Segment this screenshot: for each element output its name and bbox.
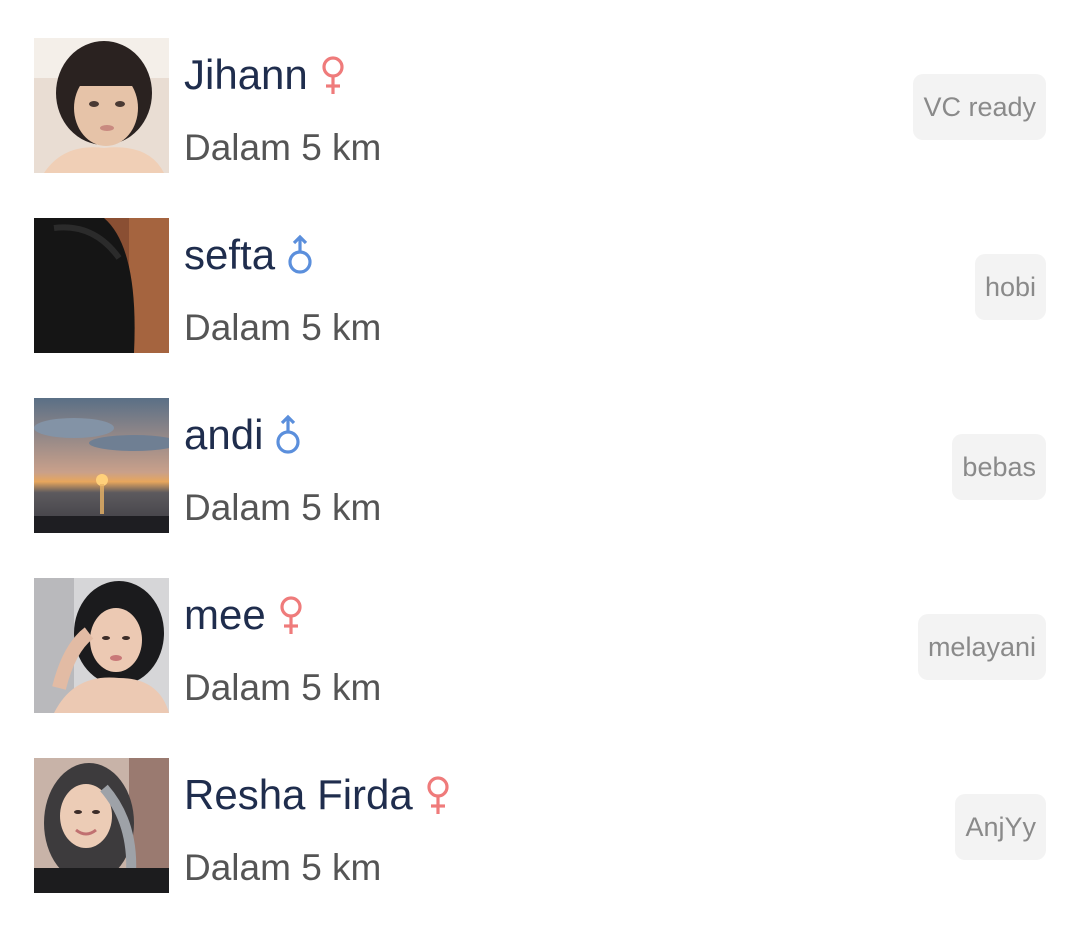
name-line: Resha Firda [184, 770, 453, 820]
status-tag: VC ready [913, 74, 1046, 140]
status-tag: melayani [917, 614, 1046, 680]
distance-label: Dalam 5 km [184, 127, 382, 168]
male-symbol-icon [285, 234, 315, 276]
status-tag: AnjYy [955, 794, 1046, 860]
name-line: sefta [184, 230, 315, 280]
distance-label: Dalam 5 km [184, 307, 382, 348]
name-line: andi [184, 410, 303, 460]
female-symbol-icon [423, 774, 453, 816]
name-line: mee [184, 590, 306, 640]
avatar-photo-mee [34, 578, 169, 713]
avatar-photo-sefta [34, 218, 169, 353]
user-name: Resha Firda [184, 771, 413, 818]
avatar[interactable] [34, 398, 169, 533]
user-row-resha-firda[interactable]: Resha Firda Dalam 5 km AnjYy [0, 720, 1080, 900]
avatar[interactable] [34, 38, 169, 173]
user-name: sefta [184, 231, 276, 278]
avatar-photo-resha-firda [34, 758, 169, 893]
nearby-user-list: Jihann Dalam 5 km VC ready sefta Dalam 5… [0, 0, 1080, 937]
avatar-photo-jihann [34, 38, 169, 173]
avatar[interactable] [34, 218, 169, 353]
user-row-andi[interactable]: andi Dalam 5 km bebas [0, 360, 1080, 540]
user-row-sefta[interactable]: sefta Dalam 5 km hobi [0, 180, 1080, 360]
distance-label: Dalam 5 km [184, 487, 382, 528]
avatar[interactable] [34, 758, 169, 893]
female-symbol-icon [318, 54, 348, 96]
user-name: Jihann [184, 51, 308, 98]
user-name: mee [184, 591, 266, 638]
name-line: Jihann [184, 50, 348, 100]
user-row-jihann[interactable]: Jihann Dalam 5 km VC ready [0, 0, 1080, 180]
avatar-photo-andi [34, 398, 169, 533]
user-row-mee[interactable]: mee Dalam 5 km melayani [0, 540, 1080, 720]
distance-label: Dalam 5 km [184, 847, 382, 888]
distance-label: Dalam 5 km [184, 667, 382, 708]
avatar[interactable] [34, 578, 169, 713]
male-symbol-icon [273, 414, 303, 456]
user-name: andi [184, 411, 264, 458]
female-symbol-icon [276, 594, 306, 636]
status-tag: bebas [952, 434, 1046, 500]
status-tag: hobi [974, 254, 1046, 320]
